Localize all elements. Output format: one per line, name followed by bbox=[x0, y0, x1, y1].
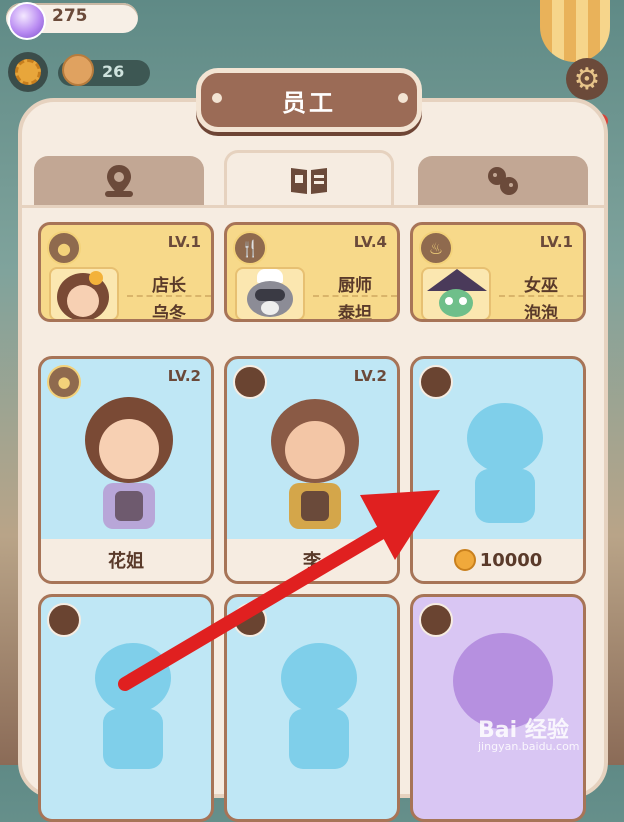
baidu-watermark-url: jingyan.baidu.com bbox=[478, 740, 580, 753]
annotation-arrow bbox=[118, 490, 440, 691]
